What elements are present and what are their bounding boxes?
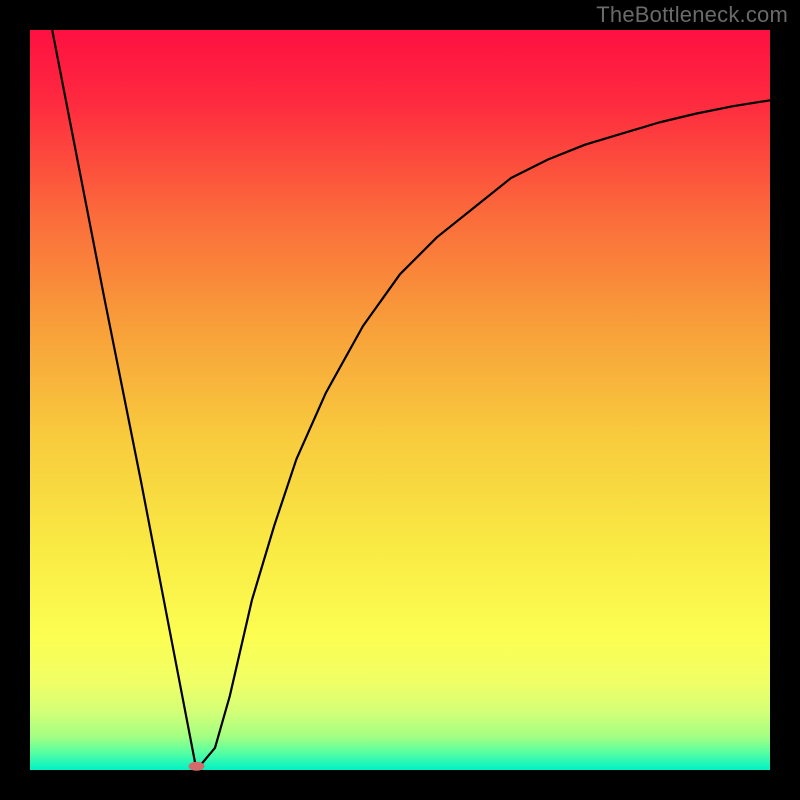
plot-background <box>30 30 770 770</box>
bottleneck-chart <box>0 0 800 800</box>
chart-container: TheBottleneck.com <box>0 0 800 800</box>
watermark-text: TheBottleneck.com <box>596 2 788 28</box>
optimum-marker <box>189 762 205 771</box>
